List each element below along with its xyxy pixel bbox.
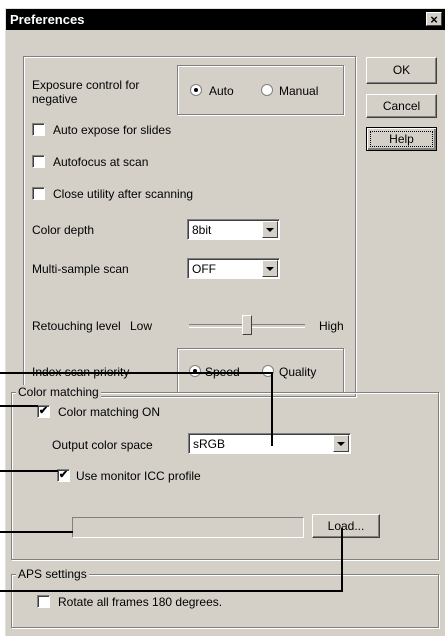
multisample-select[interactable]: OFF: [187, 258, 280, 279]
load-button-label: Load...: [327, 519, 365, 533]
title-bar[interactable]: Preferences ×: [6, 9, 445, 30]
checkmark-icon: ✔: [58, 469, 69, 481]
auto-expose-checkbox[interactable]: [32, 123, 45, 136]
cancel-button[interactable]: Cancel: [366, 94, 437, 118]
color-matching-on-checkbox[interactable]: ✔: [37, 405, 50, 418]
callout-line: [0, 590, 343, 592]
aps-settings-group-label: APS settings: [16, 567, 89, 581]
color-matching-group-label: Color matching: [16, 385, 101, 399]
output-color-space-value: sRGB: [193, 437, 226, 451]
index-quality-label[interactable]: Quality: [279, 365, 316, 379]
retouching-low-label: Low: [130, 319, 153, 333]
multisample-label: Multi-sample scan: [32, 262, 129, 276]
exposure-auto-label[interactable]: Auto: [209, 84, 234, 98]
chevron-down-icon[interactable]: [262, 221, 278, 238]
close-utility-checkbox[interactable]: [32, 187, 45, 200]
exposure-label: Exposure control for negative: [32, 78, 140, 106]
retouching-slider-thumb[interactable]: [242, 315, 252, 335]
callout-line: [0, 470, 58, 472]
callout-line: [0, 531, 73, 533]
callout-line: [271, 372, 273, 446]
focus-ring: [370, 131, 433, 147]
load-button[interactable]: Load...: [312, 514, 380, 538]
help-button[interactable]: Help: [366, 127, 437, 151]
color-depth-select[interactable]: 8bit: [187, 219, 280, 240]
output-color-space-select[interactable]: sRGB: [188, 433, 351, 454]
checkmark-icon: ✔: [38, 405, 49, 417]
preferences-dialog: Preferences × Exposure control for negat…: [5, 8, 445, 636]
callout-line: [341, 528, 343, 592]
color-matching-on-label[interactable]: Color matching ON: [58, 405, 160, 419]
exposure-auto-radio[interactable]: [190, 84, 202, 96]
color-depth-label: Color depth: [32, 223, 95, 237]
retouching-label: Retouching level: [32, 319, 121, 333]
ok-button-label: OK: [392, 63, 411, 77]
callout-line: [0, 405, 38, 407]
multisample-value: OFF: [192, 262, 216, 276]
chevron-down-icon[interactable]: [333, 435, 349, 452]
chevron-down-icon[interactable]: [262, 260, 278, 277]
close-utility-label[interactable]: Close utility after scanning: [53, 187, 193, 201]
retouching-high-label: High: [319, 319, 344, 333]
exposure-manual-label[interactable]: Manual: [279, 84, 318, 98]
icc-profile-path-field: [72, 517, 304, 538]
monitor-icc-label[interactable]: Use monitor ICC profile: [76, 469, 201, 483]
autofocus-label[interactable]: Autofocus at scan: [53, 155, 148, 169]
callout-line: [0, 372, 273, 374]
autofocus-checkbox[interactable]: [32, 155, 45, 168]
ok-button[interactable]: OK: [366, 57, 437, 84]
dialog-title: Preferences: [10, 12, 85, 27]
auto-expose-label[interactable]: Auto expose for slides: [53, 123, 171, 137]
rotate-frames-label[interactable]: Rotate all frames 180 degrees.: [58, 595, 222, 609]
cancel-button-label: Cancel: [382, 99, 421, 113]
rotate-frames-checkbox[interactable]: [37, 595, 50, 608]
exposure-manual-radio[interactable]: [261, 84, 273, 96]
index-speed-radio[interactable]: [189, 365, 201, 377]
color-depth-value: 8bit: [192, 223, 212, 237]
index-priority-radio-group: [177, 348, 344, 393]
monitor-icc-checkbox[interactable]: ✔: [57, 469, 70, 482]
output-color-space-label: Output color space: [52, 438, 153, 452]
close-icon[interactable]: ×: [426, 12, 442, 26]
